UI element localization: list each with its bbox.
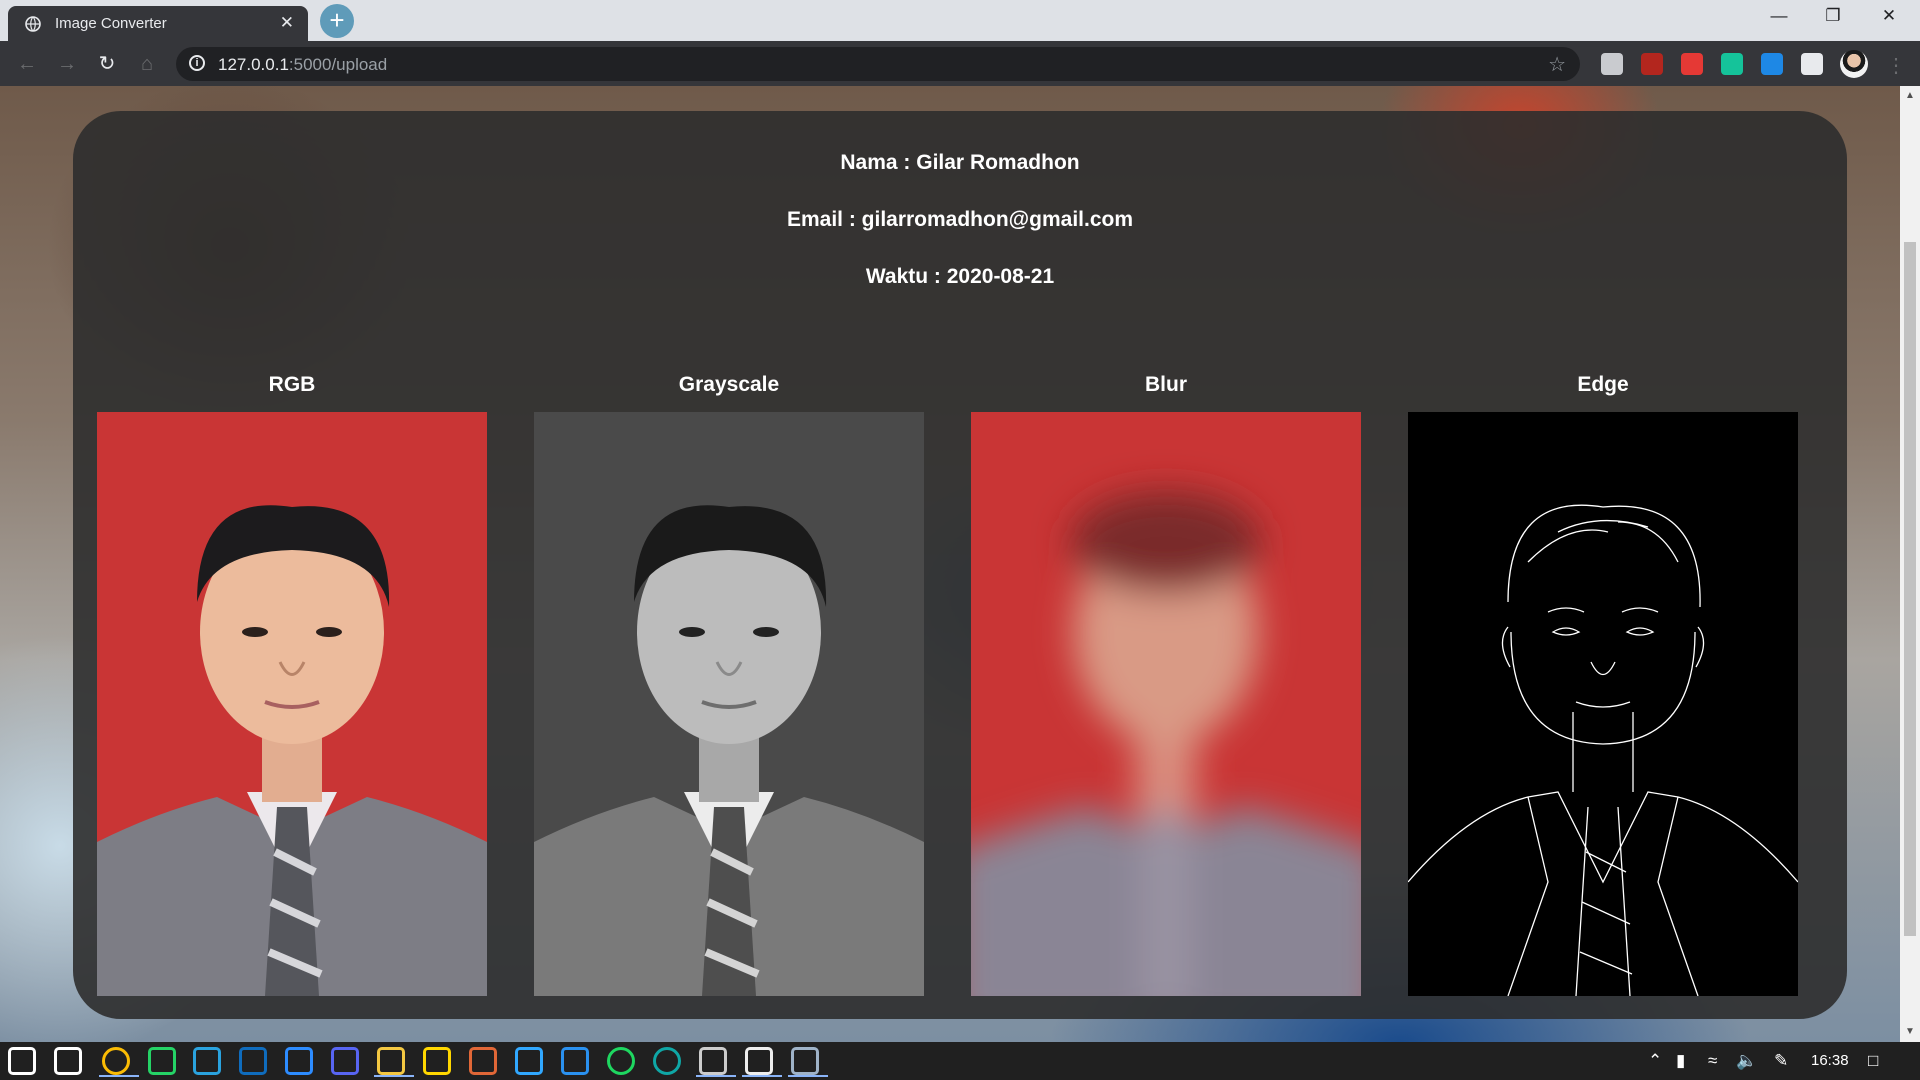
browser-toolbar: ← → ↻ ⌂ i 127.0.0.1:5000/upload ☆ ⋮ (0, 41, 1920, 86)
panel-edge: Edge (1408, 373, 1798, 996)
ext-grammarly-icon[interactable] (1721, 53, 1743, 75)
telegram-icon[interactable] (193, 1047, 221, 1075)
panel-title-grayscale: Grayscale (678, 373, 780, 396)
extensions-puzzle-icon[interactable] (1801, 53, 1823, 75)
zoom-icon[interactable] (285, 1047, 313, 1075)
star-icon[interactable]: ☆ (1548, 52, 1566, 77)
new-tab-button[interactable]: + (320, 4, 354, 38)
arrow-right-icon[interactable]: → (54, 51, 80, 77)
ext-download-icon[interactable] (1761, 53, 1783, 75)
ext-pdf-icon[interactable] (1641, 53, 1663, 75)
ext-video-icon[interactable] (1681, 53, 1703, 75)
battery-icon[interactable]: ▮ (1676, 1051, 1685, 1071)
clock-time[interactable]: 16:38 (1811, 1052, 1849, 1069)
rgb-photo (97, 412, 487, 996)
panel-title-blur: Blur (1145, 373, 1187, 396)
volume-icon[interactable]: 🔈 (1736, 1051, 1757, 1071)
menu-kebab-icon[interactable]: ⋮ (1886, 53, 1906, 78)
home-icon[interactable]: ⌂ (134, 51, 160, 77)
panel-title-rgb: RGB (268, 373, 316, 396)
panel-grayscale: Grayscale (534, 373, 924, 996)
file-explorer-icon[interactable] (374, 1047, 414, 1077)
scroll-down-icon[interactable]: ▼ (1905, 1026, 1915, 1037)
python-idle-icon[interactable] (788, 1047, 828, 1077)
reload-icon[interactable]: ↻ (94, 51, 120, 77)
chrome-icon[interactable] (99, 1047, 139, 1077)
photoshop-icon[interactable] (515, 1047, 543, 1075)
notepad-icon[interactable] (742, 1047, 782, 1077)
info-icon[interactable]: i (189, 55, 205, 71)
arrow-left-icon[interactable]: ← (14, 51, 40, 77)
scroll-up-icon[interactable]: ▲ (1905, 90, 1915, 101)
page-scrollbar[interactable]: ▲ ▼ (1900, 86, 1920, 1042)
panel-title-edge: Edge (1577, 373, 1629, 396)
page-viewport: Nama : Gilar Romadhon Email : gilarromad… (0, 86, 1900, 1042)
globe-icon (25, 16, 41, 32)
whatsapp-icon[interactable] (148, 1047, 176, 1075)
waktu-text: Waktu : 2020-08-21 (865, 265, 1055, 288)
panel-rgb: RGB (97, 373, 487, 996)
matlab-icon[interactable] (469, 1047, 497, 1075)
email-text: Email : gilarromadhon@gmail.com (786, 208, 1134, 231)
mail-icon[interactable] (239, 1047, 267, 1075)
notification-icon[interactable]: □ (1868, 1051, 1878, 1071)
scroll-thumb[interactable] (1904, 242, 1916, 936)
terminal-icon[interactable] (696, 1047, 736, 1077)
task-view-icon[interactable] (54, 1047, 82, 1075)
wifi-icon[interactable]: ≈ (1708, 1051, 1717, 1071)
blur-photo (971, 412, 1361, 996)
url-text[interactable]: 127.0.0.1:5000/upload (218, 55, 387, 75)
restore-button[interactable]: ❐ (1810, 6, 1856, 26)
result-card: Nama : Gilar Romadhon Email : gilarromad… (73, 111, 1847, 1019)
edge-photo (1408, 412, 1798, 996)
close-window-button[interactable]: ✕ (1866, 6, 1912, 26)
address-bar[interactable]: i 127.0.0.1:5000/upload ☆ (176, 47, 1580, 81)
tab-strip: Image Converter ✕ + — ❐ ✕ (0, 0, 1920, 41)
minimize-button[interactable]: — (1756, 6, 1802, 26)
windows-start-icon[interactable] (8, 1047, 36, 1075)
profile-avatar[interactable] (1840, 50, 1868, 78)
vscode-icon[interactable] (561, 1047, 589, 1075)
tab-image-converter[interactable]: Image Converter ✕ (8, 6, 308, 41)
edge-icon[interactable] (653, 1047, 681, 1075)
tab-title: Image Converter (55, 15, 167, 32)
sticky-notes-icon[interactable] (423, 1047, 451, 1075)
nama-text: Nama : Gilar Romadhon (840, 151, 1080, 174)
chevron-up-icon[interactable]: ⌃ (1648, 1051, 1662, 1071)
panel-blur: Blur (971, 373, 1361, 996)
pen-icon[interactable]: ✎ (1774, 1051, 1788, 1071)
grayscale-photo (534, 412, 924, 996)
spotify-icon[interactable] (607, 1047, 635, 1075)
discord-icon[interactable] (331, 1047, 359, 1075)
windows-taskbar: ⌃ ▮ ≈ 🔈 ✎ 16:38 □ (0, 1042, 1920, 1080)
ext-generic-icon[interactable] (1601, 53, 1623, 75)
tab-close-icon[interactable]: ✕ (280, 13, 294, 33)
